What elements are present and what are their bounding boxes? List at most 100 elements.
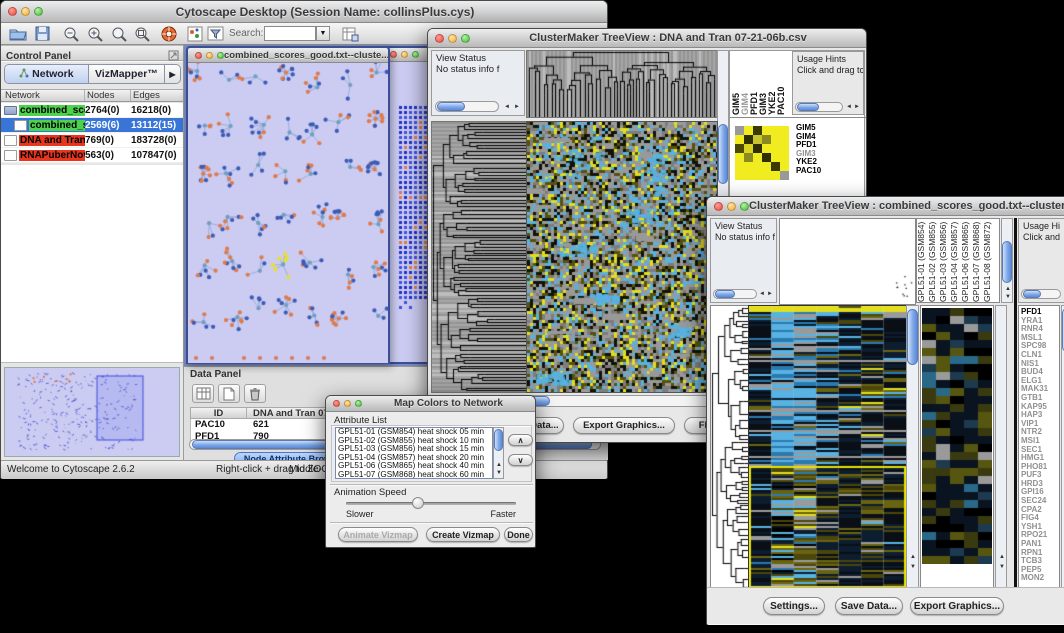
treeview2-titlebar[interactable]: ClusterMaker TreeView : combined_scores_… (707, 197, 1064, 216)
network-list-row[interactable]: DNA and Tran 07 769(0) 183728(0) (1, 133, 183, 148)
network-window-titlebar[interactable]: combined_scores_good.txt--cluste... (188, 48, 388, 63)
attribute-list[interactable]: GPL51-01 (GSM854) heat shock 05 minGPL51… (335, 427, 493, 479)
move-up-button[interactable]: ∧ (508, 434, 533, 446)
tv2-row-labels[interactable]: PFD1YRA1RNR4MSL1SPC98CLN1NIS1BUD4ELG1MAK… (1018, 305, 1060, 589)
tv1-cluster-matrix[interactable] (735, 126, 789, 180)
attribute-browser-icon[interactable] (342, 26, 359, 47)
tv2-column-label[interactable]: GPL51-01 (GSM854) (917, 219, 928, 302)
save-icon[interactable] (35, 26, 50, 46)
window-controls[interactable] (8, 7, 43, 16)
map-colors-dialog[interactable]: Map Colors to Network Attribute List GPL… (325, 395, 536, 548)
treeview2-controls[interactable] (714, 202, 749, 211)
tv1-column-label[interactable]: PAC10 (777, 51, 786, 115)
network-overview-panel[interactable] (4, 367, 180, 457)
save-data-button[interactable]: Save Data... (835, 597, 903, 615)
scroll-down-icon[interactable]: ▼ (1005, 294, 1011, 300)
zoom-out-icon[interactable] (63, 26, 80, 47)
tv1-column-label[interactable]: GIM4 (741, 51, 750, 115)
tv2-collabel-vscrollbar[interactable]: ▲ ▼ (1001, 218, 1013, 303)
network-list-row[interactable]: combined_sco 2569(6) 13112(15) (1, 118, 183, 133)
col-header-edges[interactable]: Edges (131, 90, 183, 101)
window1-controls[interactable] (195, 52, 224, 59)
open-file-icon[interactable] (9, 26, 27, 46)
tv2-column-label[interactable]: GPL51-03 (GSM856) (939, 219, 950, 302)
tv2-status-hscrollbar[interactable] (713, 289, 757, 299)
filter-icon[interactable] (207, 26, 224, 47)
scroll-left-icon[interactable]: ◄ (504, 104, 510, 110)
network-view-canvas[interactable] (188, 63, 388, 363)
dialog-controls[interactable] (333, 400, 362, 407)
tab-vizmapper[interactable]: VizMapper™ (89, 65, 164, 83)
tv1-column-label[interactable]: YKE2 (768, 51, 777, 115)
tv2-usage-hscrollbar[interactable] (1021, 289, 1061, 299)
tv2-heatmap[interactable] (748, 305, 907, 591)
tv2-vscrollbar[interactable]: ▲ ▼ (906, 305, 919, 589)
treeview1-titlebar[interactable]: ClusterMaker TreeView : DNA and Tran 07-… (428, 29, 866, 48)
done-button[interactable]: Done (504, 527, 533, 542)
scroll-up-icon[interactable]: ▲ (496, 462, 502, 468)
tv1-row-labels[interactable]: GIM5GIM4PFD1GIM3YKE2PAC10 (796, 124, 821, 176)
attribute-list-item[interactable]: GPL51-07 (GSM868) heat shock 60 min (336, 471, 492, 479)
speed-slider-track[interactable] (346, 502, 516, 505)
dialog-titlebar[interactable]: Map Colors to Network (326, 396, 535, 412)
tv1-column-label[interactable]: PFD1 (750, 51, 759, 115)
search-dropdown-icon[interactable]: ▼ (316, 26, 330, 41)
scroll-up-icon[interactable]: ▲ (1005, 286, 1011, 292)
create-vizmap-button[interactable]: Create Vizmap (426, 527, 500, 542)
tv2-column-dendrogram[interactable] (779, 218, 916, 305)
move-down-button[interactable]: ∨ (508, 454, 533, 466)
tv2-detail-vscrollbar[interactable]: ▲ ▼ (995, 305, 1007, 589)
col-header-nodes[interactable]: Nodes (85, 90, 131, 101)
new-attribute-icon[interactable] (218, 384, 240, 403)
tv1-row-dendrogram[interactable] (431, 121, 527, 393)
tv2-column-label[interactable]: GPL51-06 (GSM865) (961, 219, 972, 302)
scroll-down-icon[interactable]: ▼ (999, 564, 1005, 570)
delete-attribute-icon[interactable] (244, 384, 266, 403)
scroll-down-icon[interactable]: ▼ (910, 564, 916, 570)
settings-button[interactable]: Settings... (763, 597, 825, 615)
tv1-heatmap[interactable] (526, 121, 718, 393)
tv2-row-dendrogram[interactable] (710, 305, 749, 591)
treeview2-window[interactable]: ClusterMaker TreeView : combined_scores_… (706, 196, 1064, 625)
tab-network[interactable]: Network (5, 65, 89, 83)
network-list-row[interactable]: combined_scores 2764(0) 16218(0) (1, 103, 183, 118)
export-graphics-button[interactable]: Export Graphics... (573, 417, 675, 434)
speed-slider-thumb[interactable] (412, 497, 424, 509)
animate-vizmap-button[interactable]: Animate Vizmap (338, 527, 418, 542)
zoom-selected-icon[interactable] (134, 26, 151, 47)
tv2-column-label[interactable]: GPL51-07 (GSM868) (972, 219, 983, 302)
scroll-left-icon[interactable]: ◄ (846, 104, 852, 110)
tv1-column-dendrogram[interactable] (526, 50, 718, 118)
scroll-up-icon[interactable]: ▲ (999, 554, 1005, 560)
scroll-up-icon[interactable]: ▲ (910, 554, 916, 560)
tv1-vscroll-thumb[interactable] (718, 124, 728, 184)
search-input[interactable] (264, 26, 316, 41)
tv2-column-labels[interactable]: GPL51-01 (GSM854)GPL51-02 (GSM855)GPL51-… (916, 218, 1000, 303)
tv2-column-label[interactable]: GPL51-04 (GSM857) (950, 219, 961, 302)
col-header-network[interactable]: Network (1, 90, 85, 101)
export-graphics-button[interactable]: Export Graphics... (910, 597, 1004, 615)
zoom-in-icon[interactable] (87, 26, 104, 47)
attribute-list-vscrollbar[interactable]: ▲ ▼ (493, 427, 504, 479)
scroll-down-icon[interactable]: ▼ (496, 470, 502, 476)
tv1-column-labels[interactable]: GIM5GIM4PFD1GIM3YKE2PAC10 (732, 51, 790, 115)
data-col-id[interactable]: ID (191, 408, 247, 418)
tv1-status-hscrollbar[interactable] (435, 101, 499, 112)
window2-controls[interactable] (390, 51, 419, 58)
tv1-usage-hscrollbar[interactable] (795, 102, 843, 112)
scroll-right-icon[interactable]: ► (767, 291, 773, 297)
tv2-column-label[interactable]: GPL51-08 (GSM872) (983, 219, 994, 302)
scroll-right-icon[interactable]: ► (514, 104, 520, 110)
tv1-row-label[interactable]: PAC10 (796, 167, 821, 176)
tv2-row-label[interactable]: MON2 (1021, 574, 1059, 583)
network-list-row[interactable]: RNAPuberNov2+ 563(0) 107847(0) (1, 148, 183, 163)
zoom-fit-icon[interactable] (111, 26, 128, 47)
attribute-list-vscroll-thumb[interactable] (494, 429, 503, 451)
attribute-select-icon[interactable] (192, 384, 214, 403)
network-overview-canvas[interactable] (5, 368, 179, 456)
scroll-left-icon[interactable]: ◄ (759, 291, 765, 297)
treeview1-controls[interactable] (435, 34, 470, 43)
network-view-window[interactable]: combined_scores_good.txt--cluste... (186, 46, 390, 364)
tab-overflow-icon[interactable]: ▶ (164, 65, 180, 83)
tv2-vscroll-thumb[interactable] (907, 309, 918, 365)
